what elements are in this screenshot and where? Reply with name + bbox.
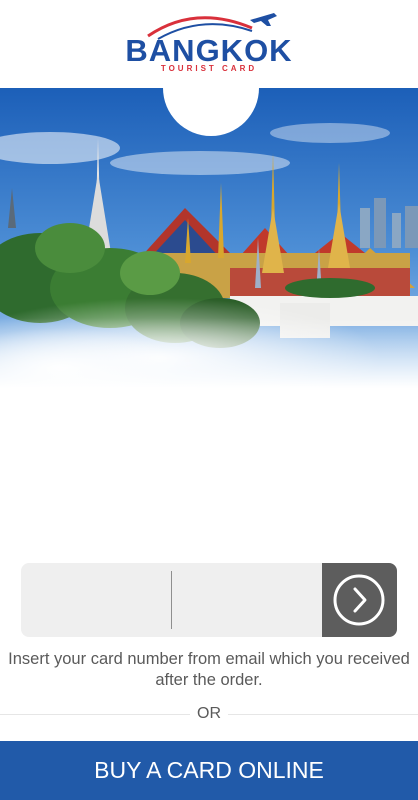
or-label: OR bbox=[197, 705, 221, 722]
card-number-hint: Insert your card number from email which… bbox=[8, 650, 410, 689]
card-number-part1-input[interactable] bbox=[21, 563, 171, 637]
submit-card-button[interactable] bbox=[322, 563, 397, 637]
card-number-part2-input[interactable] bbox=[172, 563, 322, 637]
card-number-input-group bbox=[21, 563, 397, 637]
chevron-right-circle-icon bbox=[333, 574, 385, 626]
app-header: BANGKOK TOURIST CARD bbox=[0, 0, 418, 90]
bangkok-tourist-card-logo: BANGKOK TOURIST CARD bbox=[0, 0, 418, 90]
logo-tagline-text: TOURIST CARD bbox=[160, 64, 258, 73]
grand-palace-illustration bbox=[0, 88, 418, 388]
hero-banner bbox=[0, 88, 418, 388]
buy-card-online-button[interactable]: BUY A CARD ONLINE bbox=[0, 741, 418, 800]
